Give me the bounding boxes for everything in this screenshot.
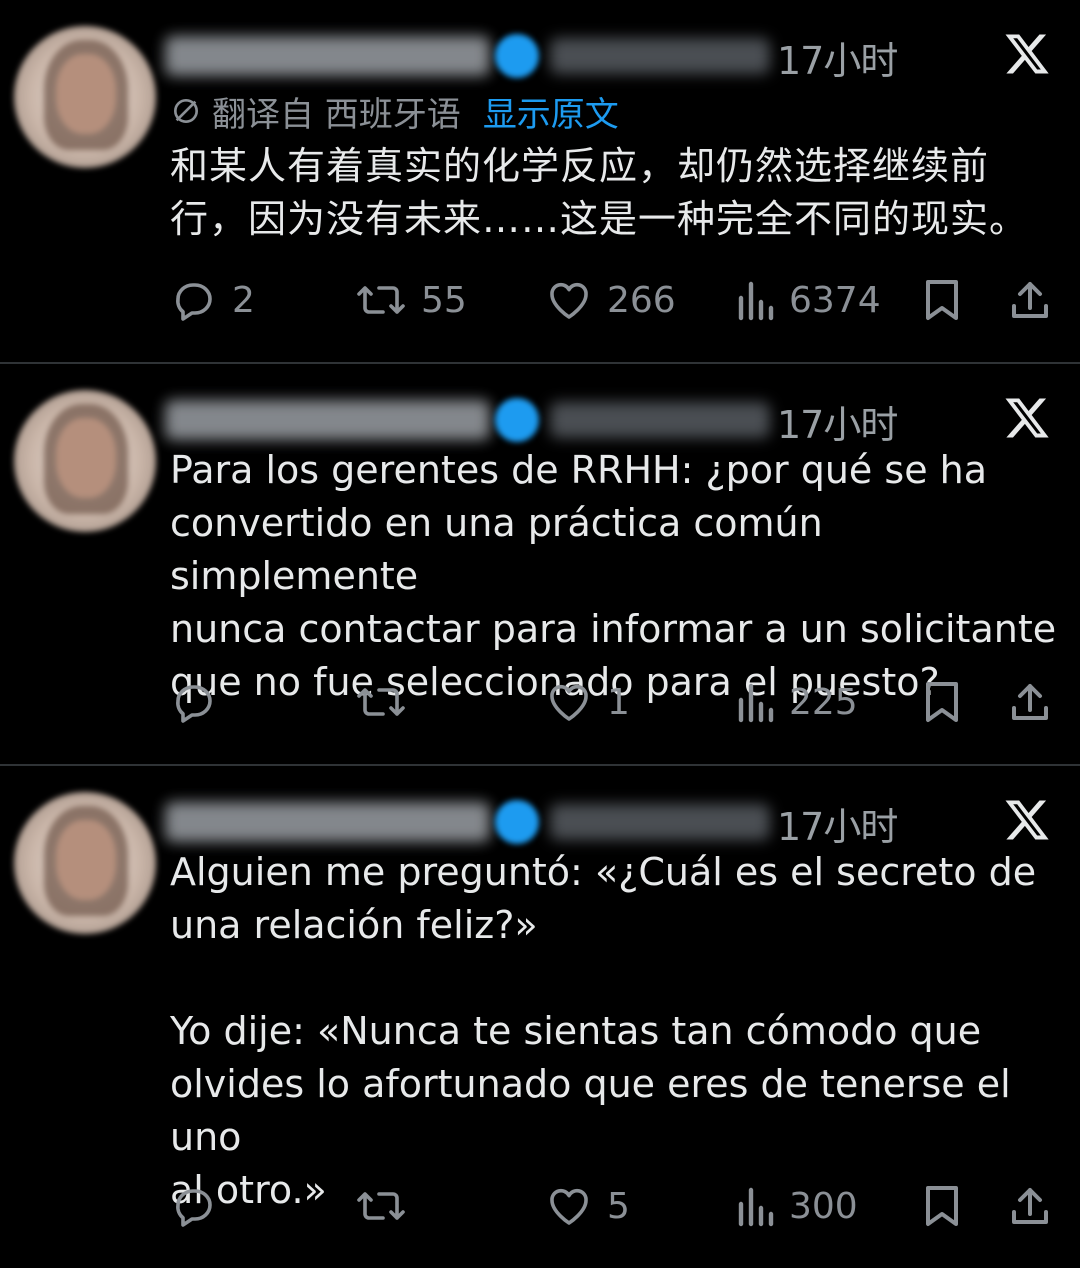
translation-notice: 翻译自 西班牙语 显示原文 — [170, 87, 619, 136]
reply-icon — [176, 1189, 212, 1227]
tweet-text: Alguien me preguntó: «¿Cuál es el secret… — [170, 850, 1037, 1212]
views-button[interactable]: 225 — [735, 672, 858, 732]
author-handle-blurred[interactable] — [550, 804, 770, 840]
retweet-icon — [357, 688, 405, 716]
timestamp[interactable]: 17小时 — [777, 30, 898, 85]
share-icon — [1012, 282, 1048, 318]
views-icon — [738, 683, 774, 723]
share-button[interactable] — [1008, 1176, 1052, 1236]
views-count: 225 — [789, 681, 858, 723]
tweet[interactable]: 17小时 Para los gerentes de RRHH: ¿por qué… — [0, 362, 1080, 764]
tweet-text: 和某人有着真实的化学反应，却仍然选择继续前 行，因为没有未来……这是一种完全不同… — [170, 144, 1029, 241]
share-icon — [1012, 684, 1048, 720]
tweet-header: 17小时 — [165, 794, 925, 851]
bookmark-icon — [926, 1186, 958, 1226]
tweet[interactable]: 17小时 翻译自 西班牙语 显示原文 和某人有着真实的化学反应，却仍然选择继续前… — [0, 0, 1080, 362]
reply-icon — [176, 685, 212, 723]
like-icon — [550, 684, 588, 721]
views-button[interactable]: 300 — [735, 1176, 858, 1236]
like-count: 266 — [607, 279, 676, 321]
tweet-actions: 1 225 — [170, 672, 1060, 732]
share-icon — [1012, 1188, 1048, 1224]
verified-badge-icon — [495, 398, 539, 442]
timestamp[interactable]: 17小时 — [777, 796, 898, 851]
like-count: 5 — [607, 1185, 630, 1227]
bookmark-icon — [926, 280, 958, 320]
retweet-icon — [357, 286, 405, 314]
like-count: 1 — [607, 681, 630, 723]
timestamp[interactable]: 17小时 — [777, 394, 898, 449]
bookmark-button[interactable] — [920, 1176, 964, 1236]
bookmark-button[interactable] — [920, 270, 964, 330]
author-name-blurred[interactable] — [165, 400, 490, 440]
tweet[interactable]: 17小时 Alguien me preguntó: «¿Cuál es el s… — [0, 764, 1080, 1264]
views-count: 6374 — [789, 279, 881, 321]
avatar[interactable] — [14, 792, 156, 934]
views-icon — [738, 281, 774, 321]
like-button[interactable]: 1 — [545, 672, 630, 732]
share-button[interactable] — [1008, 270, 1052, 330]
like-icon — [550, 282, 588, 319]
bookmark-button[interactable] — [920, 672, 964, 732]
tweet-text: Para los gerentes de RRHH: ¿por qué se h… — [170, 448, 1057, 704]
tweet-header: 17小时 — [165, 392, 925, 449]
reply-button[interactable]: 2 — [170, 270, 255, 330]
author-handle-blurred[interactable] — [550, 402, 770, 438]
tweet-actions: 5 300 — [170, 1176, 1060, 1236]
verified-badge-icon — [495, 800, 539, 844]
tweet-actions: 2 55 266 6374 — [170, 270, 1060, 330]
like-icon — [550, 1188, 588, 1225]
like-button[interactable]: 266 — [545, 270, 676, 330]
retweet-button[interactable] — [355, 672, 421, 732]
x-logo-icon — [1005, 34, 1049, 74]
retweet-button[interactable] — [355, 1176, 421, 1236]
tweet-header: 17小时 — [165, 28, 925, 85]
show-original-link[interactable]: 显示原文 — [483, 87, 619, 136]
translate-icon — [174, 99, 198, 123]
reply-icon — [176, 283, 212, 321]
like-button[interactable]: 5 — [545, 1176, 630, 1236]
verified-badge-icon — [495, 34, 539, 78]
views-icon — [738, 1187, 774, 1227]
author-handle-blurred[interactable] — [550, 38, 770, 74]
author-name-blurred[interactable] — [165, 802, 490, 842]
retweet-button[interactable]: 55 — [355, 270, 467, 330]
translation-label: 翻译自 西班牙语 — [212, 94, 461, 135]
reply-count: 2 — [232, 279, 255, 321]
views-button[interactable]: 6374 — [735, 270, 881, 330]
avatar[interactable] — [14, 390, 156, 532]
views-count: 300 — [789, 1185, 858, 1227]
bookmark-icon — [926, 682, 958, 722]
share-button[interactable] — [1008, 672, 1052, 732]
retweet-count: 55 — [421, 279, 467, 321]
reply-button[interactable] — [170, 1176, 232, 1236]
author-name-blurred[interactable] — [165, 36, 490, 76]
avatar[interactable] — [14, 26, 156, 168]
retweet-icon — [357, 1192, 405, 1220]
x-logo-icon — [1005, 800, 1049, 840]
reply-button[interactable] — [170, 672, 232, 732]
x-logo-icon — [1005, 398, 1049, 438]
